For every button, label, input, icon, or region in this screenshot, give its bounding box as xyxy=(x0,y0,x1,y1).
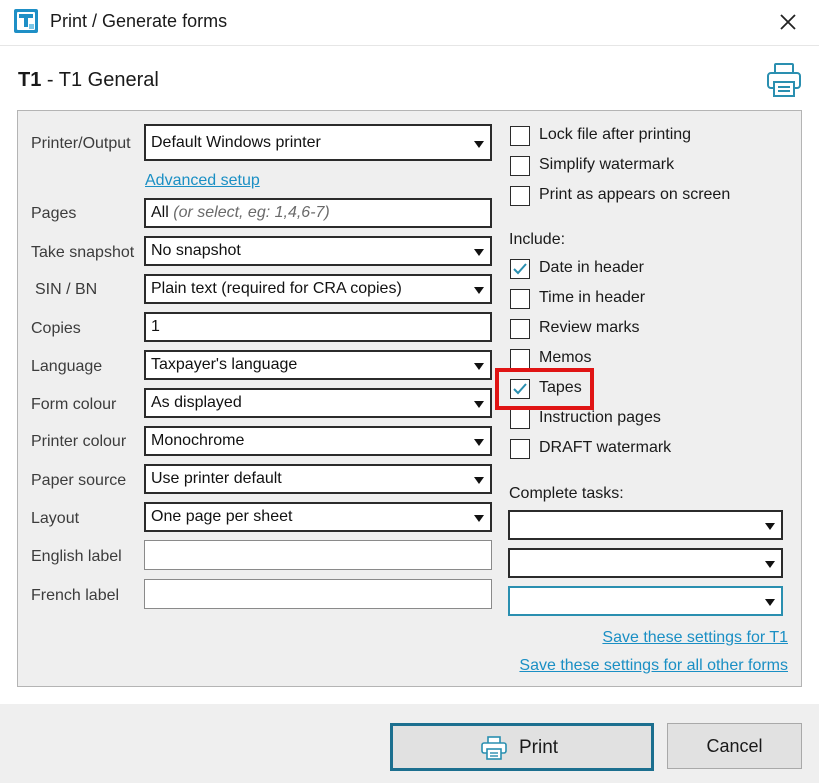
printer-output-select[interactable]: Default Windows printer xyxy=(144,124,492,161)
t-app-icon xyxy=(14,9,38,33)
form-code: T1 xyxy=(18,69,42,91)
save-settings-all-link[interactable]: Save these settings for all other forms xyxy=(519,657,788,675)
chevron-down-icon xyxy=(765,523,775,530)
layout-label: Layout xyxy=(31,510,80,527)
chevron-down-icon xyxy=(474,477,484,484)
printer-colour-value: Monochrome xyxy=(151,432,245,449)
chevron-down-icon xyxy=(474,141,484,148)
chevron-down-icon xyxy=(765,599,775,606)
review-marks-label: Review marks xyxy=(539,319,640,336)
language-value: Taxpayer's language xyxy=(151,356,298,373)
printer-colour-label: Printer colour xyxy=(31,433,127,450)
lock-file-label: Lock file after printing xyxy=(539,126,692,143)
window-title: Print / Generate forms xyxy=(50,11,228,31)
form-colour-value: As displayed xyxy=(151,394,242,411)
language-select[interactable]: Taxpayer's language xyxy=(144,350,492,380)
chevron-down-icon xyxy=(474,249,484,256)
complete-task-select-2[interactable] xyxy=(508,548,783,578)
simplify-watermark-checkbox[interactable] xyxy=(510,156,530,176)
title-bar: Print / Generate forms xyxy=(0,0,819,46)
snapshot-label: Take snapshot xyxy=(31,244,135,261)
snapshot-value: No snapshot xyxy=(151,242,241,259)
complete-task-select-1[interactable] xyxy=(508,510,783,540)
save-settings-t1-link[interactable]: Save these settings for T1 xyxy=(602,629,788,647)
draft-watermark-checkbox[interactable] xyxy=(510,439,530,459)
english-label-label: English label xyxy=(31,548,122,565)
printer-icon xyxy=(481,736,507,760)
complete-task-select-3[interactable] xyxy=(508,586,783,616)
complete-tasks-label: Complete tasks: xyxy=(509,485,624,502)
pages-label: Pages xyxy=(31,205,77,222)
print-as-appears-checkbox[interactable] xyxy=(510,186,530,206)
pages-hint: (or select, eg: 1,4,6-7) xyxy=(173,204,330,221)
french-label-input[interactable] xyxy=(144,579,492,609)
draft-watermark-label: DRAFT watermark xyxy=(539,439,672,456)
print-as-appears-label: Print as appears on screen xyxy=(539,186,731,203)
copies-input[interactable]: 1 xyxy=(144,312,492,342)
checkmark-icon xyxy=(513,263,527,275)
cancel-button[interactable]: Cancel xyxy=(667,723,802,769)
chevron-down-icon xyxy=(474,439,484,446)
close-icon[interactable] xyxy=(776,10,800,34)
language-label: Language xyxy=(31,358,103,375)
chevron-down-icon xyxy=(474,515,484,522)
form-separator: - xyxy=(41,69,59,91)
chevron-down-icon xyxy=(474,287,484,294)
paper-source-select[interactable]: Use printer default xyxy=(144,464,492,494)
instruction-pages-label: Instruction pages xyxy=(539,409,661,426)
english-label-input[interactable] xyxy=(144,540,492,570)
advanced-setup-link[interactable]: Advanced setup xyxy=(145,172,260,190)
printer-output-value: Default Windows printer xyxy=(151,134,321,151)
snapshot-select[interactable]: No snapshot xyxy=(144,236,492,266)
print-button[interactable]: Print xyxy=(390,723,654,771)
lock-file-checkbox[interactable] xyxy=(510,126,530,146)
sin-bn-select[interactable]: Plain text (required for CRA copies) xyxy=(144,274,492,304)
printer-icon[interactable] xyxy=(766,62,802,98)
french-label-label: French label xyxy=(31,587,120,604)
tapes-highlight-box xyxy=(495,368,594,410)
form-heading: T1 - T1 General xyxy=(18,69,159,92)
time-in-header-label: Time in header xyxy=(539,289,646,306)
include-label: Include: xyxy=(509,231,566,248)
form-name: T1 General xyxy=(58,69,159,91)
printer-colour-select[interactable]: Monochrome xyxy=(144,426,492,456)
form-colour-label: Form colour xyxy=(31,396,117,413)
chevron-down-icon xyxy=(765,561,775,568)
paper-source-label: Paper source xyxy=(31,472,127,489)
date-in-header-label: Date in header xyxy=(539,259,644,276)
layout-select[interactable]: One page per sheet xyxy=(144,502,492,532)
simplify-watermark-label: Simplify watermark xyxy=(539,156,675,173)
cancel-button-label: Cancel xyxy=(706,736,763,756)
sin-bn-value: Plain text (required for CRA copies) xyxy=(151,280,402,297)
chevron-down-icon xyxy=(474,363,484,370)
review-marks-checkbox[interactable] xyxy=(510,319,530,339)
form-colour-select[interactable]: As displayed xyxy=(144,388,492,418)
memos-label: Memos xyxy=(539,349,592,366)
date-in-header-checkbox[interactable] xyxy=(510,259,530,279)
printer-output-label: Printer/Output xyxy=(31,135,131,152)
print-button-label: Print xyxy=(519,737,559,758)
chevron-down-icon xyxy=(474,401,484,408)
pages-value: All xyxy=(151,204,169,221)
instruction-pages-checkbox[interactable] xyxy=(510,409,530,429)
time-in-header-checkbox[interactable] xyxy=(510,289,530,309)
sin-bn-label: SIN / BN xyxy=(35,281,98,298)
pages-input[interactable]: All (or select, eg: 1,4,6-7) xyxy=(144,198,492,228)
layout-value: One page per sheet xyxy=(151,508,293,525)
copies-label: Copies xyxy=(31,320,81,337)
paper-source-value: Use printer default xyxy=(151,470,282,487)
memos-checkbox[interactable] xyxy=(510,349,530,369)
